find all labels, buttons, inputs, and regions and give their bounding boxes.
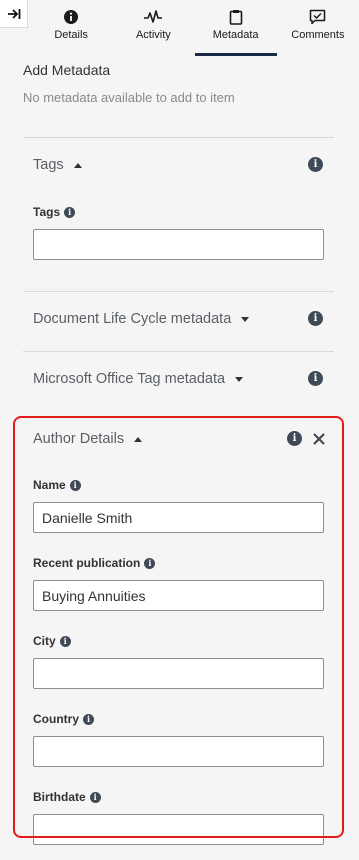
add-metadata-title: Add Metadata [23,62,111,78]
panel-tabs: Details Activity Metadata Comments [30,0,359,56]
info-icon[interactable]: i [83,713,94,725]
tags-field-label: Tags i [33,205,76,219]
birthdate-field-label: Birthdate i [33,790,101,804]
info-icon[interactable]: i [287,431,302,446]
caret-up-icon [73,162,82,168]
country-field-label: Country i [33,712,94,726]
close-icon[interactable] [312,432,326,446]
field-label-text: Name [33,478,66,492]
info-icon[interactable]: i [308,311,323,326]
pulse-icon [144,10,163,23]
ms-office-section-header[interactable]: Microsoft Office Tag metadata [33,371,244,387]
field-label-text: Recent publication [33,556,141,570]
info-circle-icon [64,10,79,24]
tab-activity[interactable]: Activity [112,0,194,56]
comment-check-icon [310,9,326,25]
tab-label: Metadata [212,29,259,41]
field-label-text: Country [33,712,79,726]
tab-label: Comments [291,29,345,41]
add-metadata-subtitle: No metadata available to add to item [23,90,235,105]
name-input[interactable] [33,502,324,533]
birthdate-input[interactable] [33,814,324,845]
info-icon[interactable]: i [308,371,323,386]
collapse-panel-button[interactable] [0,0,28,28]
tab-details[interactable]: Details [30,0,112,56]
recent-publication-input[interactable] [33,580,324,611]
name-field-label: Name i [33,478,81,492]
divider [23,351,334,352]
info-icon[interactable]: i [59,635,71,647]
city-input[interactable] [33,658,324,689]
field-label-text: Tags [33,205,61,219]
tab-label: Activity [135,29,171,41]
tab-comments[interactable]: Comments [277,0,359,56]
tags-input[interactable] [33,229,324,260]
city-field-label: City i [33,634,71,648]
divider [23,137,334,138]
section-title: Tags [33,157,64,173]
caret-down-icon [241,316,250,322]
collapse-right-icon [7,8,20,19]
field-label-text: Birthdate [33,790,86,804]
info-icon[interactable]: i [69,479,81,491]
field-label-text: City [33,634,56,648]
section-title: Microsoft Office Tag metadata [33,371,226,387]
caret-up-icon [134,436,143,442]
info-icon[interactable]: i [144,557,156,569]
info-icon[interactable]: i [64,206,76,218]
tab-metadata[interactable]: Metadata [194,0,277,56]
section-title: Document Life Cycle metadata [33,311,232,327]
country-input[interactable] [33,736,324,767]
author-details-section-header[interactable]: Author Details [33,431,143,447]
section-title: Author Details [33,431,125,447]
info-icon[interactable]: i [308,157,323,172]
caret-down-icon [235,376,244,382]
divider [23,291,334,292]
doc-lifecycle-section-header[interactable]: Document Life Cycle metadata [33,311,250,327]
tags-section-header[interactable]: Tags [33,157,82,173]
clipboard-icon [229,10,242,25]
info-icon[interactable]: i [89,791,101,803]
recent-publication-field-label: Recent publication i [33,556,156,570]
tab-label: Details [54,29,88,41]
